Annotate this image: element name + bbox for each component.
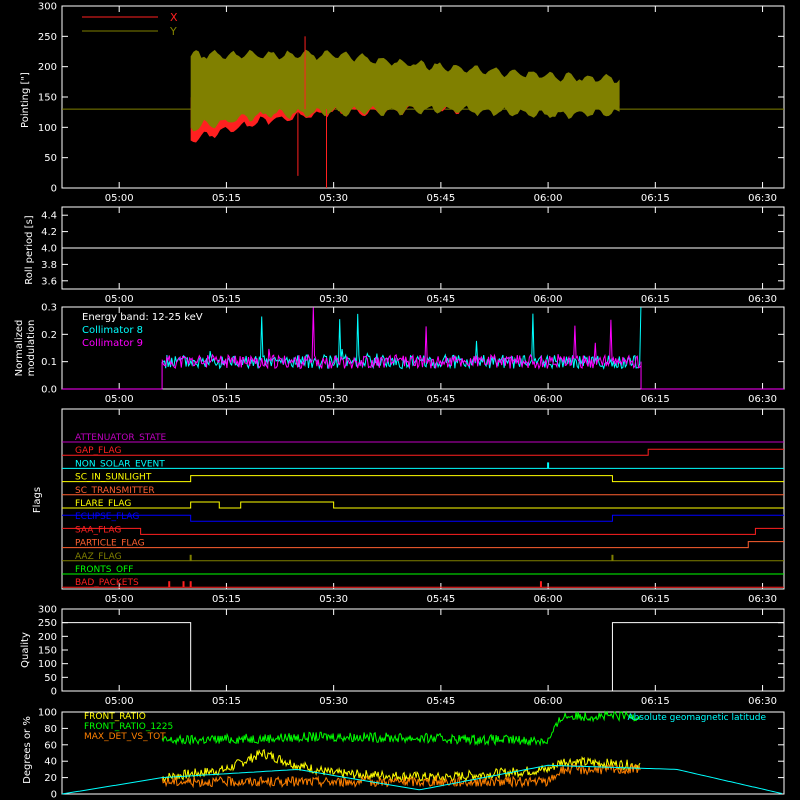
x-tick-label: 05:00 [105, 594, 134, 605]
flags-ylabel: Flags [32, 487, 43, 513]
x-tick-label: 06:00 [534, 394, 563, 405]
y-tick-label: 50 [44, 673, 57, 684]
x-tick-label: 06:00 [534, 294, 563, 305]
roll-period-ylabel: Roll period [s] [24, 215, 35, 284]
pointing-ylabel: Pointing ["] [20, 72, 31, 128]
x-tick-label: 05:30 [319, 394, 348, 405]
x-tick-label: 06:00 [534, 193, 563, 204]
x-tick-label: 05:15 [212, 294, 241, 305]
energy-band-annotation: Energy band: 12-25 keV [82, 312, 203, 323]
y-tick-label: 300 [38, 2, 57, 13]
legend-max-det-vs-tot: MAX_DET_VS_TOT [84, 732, 166, 742]
y-tick-label: 20 [44, 773, 57, 784]
x-tick-label: 06:15 [641, 294, 670, 305]
legend-geomagnetic-latitude: Absolute geomagnetic latitude [627, 713, 766, 723]
x-tick-label: 06:00 [534, 696, 563, 707]
y-tick-label: 300 [38, 605, 57, 616]
legend-front-ratio-1225: FRONT_RATIO_1225 [84, 722, 173, 732]
y-tick-label: 50 [44, 153, 57, 164]
y-tick-label: 0 [51, 687, 57, 698]
x-tick-label: 05:00 [105, 294, 134, 305]
x-tick-label: 06:15 [641, 193, 670, 204]
x-tick-label: 05:00 [105, 394, 134, 405]
y-tick-label: 0 [51, 790, 57, 800]
flag-label-saa-flag: SAA_FLAG [75, 525, 121, 535]
y-tick-label: 200 [38, 632, 57, 643]
x-tick-label: 06:30 [748, 594, 777, 605]
legend-front-ratio: FRONT_RATIO [84, 712, 146, 722]
x-tick-label: 05:45 [426, 294, 455, 305]
x-tick-label: 05:45 [426, 696, 455, 707]
y-tick-label: 4.0 [41, 244, 57, 255]
x-tick-label: 05:45 [426, 394, 455, 405]
y-tick-label: 250 [38, 618, 57, 629]
x-tick-label: 06:15 [641, 594, 670, 605]
x-tick-label: 05:00 [105, 193, 134, 204]
y-tick-label: 150 [38, 646, 57, 657]
y-tick-label: 40 [44, 757, 57, 768]
y-tick-label: 0.0 [41, 385, 57, 396]
x-tick-label: 05:15 [212, 696, 241, 707]
y-tick-label: 100 [38, 708, 57, 719]
x-tick-label: 06:30 [748, 193, 777, 204]
y-tick-label: 200 [38, 62, 57, 73]
legend-y-label: Y [169, 25, 177, 38]
y-tick-label: 100 [38, 123, 57, 134]
x-tick-label: 06:15 [641, 394, 670, 405]
y-tick-label: 3.6 [41, 276, 57, 287]
y-tick-label: 3.8 [41, 260, 57, 271]
x-tick-label: 06:30 [748, 294, 777, 305]
y-tick-label: 0 [51, 184, 57, 195]
flag-label-eclipse-flag: ECLIPSE_FLAG [75, 512, 139, 522]
y-tick-label: 4.4 [41, 211, 57, 222]
quality-ylabel: Quality [20, 632, 31, 668]
y-tick-label: 250 [38, 32, 57, 43]
legend-collimator-8: Collimator 8 [82, 325, 143, 336]
modulation-ylabel-1: Normalized [14, 320, 25, 377]
y-tick-label: 0.2 [41, 330, 57, 341]
x-tick-label: 06:30 [748, 394, 777, 405]
x-tick-label: 05:30 [319, 294, 348, 305]
x-tick-label: 06:15 [641, 696, 670, 707]
modulation-ylabel-2: modulation [26, 320, 37, 377]
y-tick-label: 80 [44, 724, 57, 735]
legend-collimator-9: Collimator 9 [82, 338, 143, 349]
x-tick-label: 05:30 [319, 193, 348, 204]
x-tick-label: 05:15 [212, 394, 241, 405]
x-tick-label: 05:45 [426, 594, 455, 605]
y-tick-label: 4.2 [41, 227, 57, 238]
ratios-ylabel: Degrees or % [22, 716, 33, 784]
x-tick-label: 05:00 [105, 696, 134, 707]
y-tick-label: 150 [38, 93, 57, 104]
x-tick-label: 05:15 [212, 594, 241, 605]
x-tick-label: 06:00 [534, 594, 563, 605]
y-tick-label: 100 [38, 659, 57, 670]
y-tick-label: 0.3 [41, 303, 57, 314]
y-tick-label: 0.1 [41, 357, 57, 368]
legend-x-label: X [170, 11, 178, 24]
x-tick-label: 05:30 [319, 594, 348, 605]
hessi-summary-chart: 05010015020025030005:00 05:15 05:30 05:45 06… [0, 0, 800, 800]
x-tick-label: 05:45 [426, 193, 455, 204]
x-tick-label: 05:30 [319, 696, 348, 707]
y-tick-label: 60 [44, 740, 57, 751]
x-tick-label: 05:15 [212, 193, 241, 204]
x-tick-label: 06:30 [748, 696, 777, 707]
